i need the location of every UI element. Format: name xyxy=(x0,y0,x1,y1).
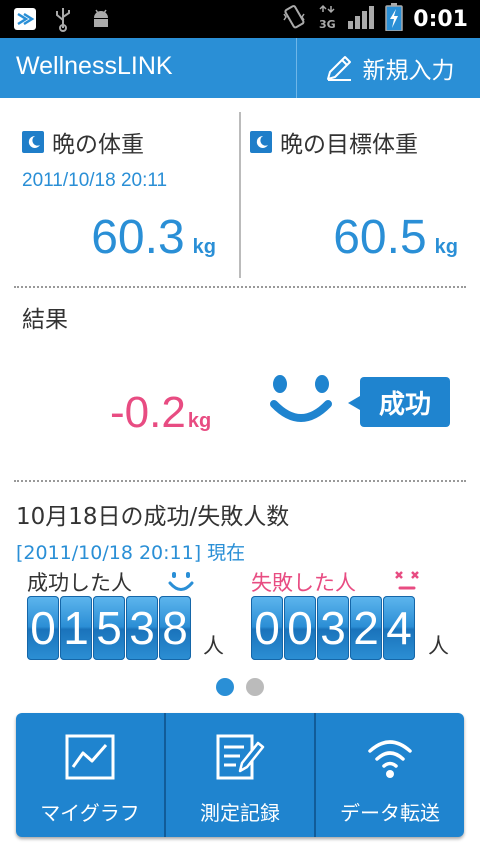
page-dot[interactable] xyxy=(246,678,264,696)
records-label: 測定記録 xyxy=(200,801,280,825)
success-count-label: 成功した人 xyxy=(27,571,132,595)
page-dot-active[interactable] xyxy=(216,678,234,696)
new-entry-label: 新規入力 xyxy=(362,58,455,84)
count-digit: 8 xyxy=(159,596,191,660)
svg-text:3G: 3G xyxy=(319,18,336,30)
counts-title: 10月18日の成功/失敗人数 xyxy=(16,504,290,530)
count-digit: 3 xyxy=(317,596,349,660)
network-3g-icon: 3G xyxy=(317,4,337,34)
weight-difference-number: -0.2 xyxy=(110,388,186,437)
current-weight-unit: kg xyxy=(192,236,216,258)
section-separator xyxy=(14,286,466,288)
battery-charging-icon xyxy=(385,3,404,35)
data-transfer-label: データ転送 xyxy=(340,801,440,825)
android-debug-icon xyxy=(88,6,114,32)
count-digit: 1 xyxy=(60,596,92,660)
result-status-badge: 成功 xyxy=(348,377,450,427)
new-entry-button[interactable]: 新規入力 xyxy=(297,38,480,98)
count-digit: 0 xyxy=(27,596,59,660)
target-weight-number: 60.5 xyxy=(333,211,427,264)
small-smile-icon xyxy=(168,572,194,591)
count-digit: 0 xyxy=(284,596,316,660)
smile-face-icon xyxy=(270,375,332,422)
moon-icon xyxy=(22,131,44,153)
failure-count-unit: 人 xyxy=(428,634,449,658)
vibrate-icon xyxy=(281,4,307,34)
current-weight-label-text: 晩の体重 xyxy=(52,132,144,158)
current-weight-value: 60.3 kg xyxy=(91,210,216,265)
usb-icon xyxy=(50,6,76,32)
notepad-icon xyxy=(216,734,265,780)
count-digit: 3 xyxy=(126,596,158,660)
wifi-icon xyxy=(368,740,412,778)
weight-difference: -0.2 kg xyxy=(110,388,211,438)
signal-strength-icon xyxy=(347,5,375,33)
graph-icon xyxy=(65,734,115,780)
current-weight-number: 60.3 xyxy=(91,211,185,264)
failure-count-label: 失敗した人 xyxy=(251,571,356,595)
target-weight-label-text: 晩の目標体重 xyxy=(280,132,418,158)
small-sad-face-icon xyxy=(395,571,419,590)
app-header: WellnessLINK 新規入力 xyxy=(0,38,480,98)
panel-divider xyxy=(239,112,241,278)
current-weight-datetime: 2011/10/18 20:11 xyxy=(22,170,168,191)
target-weight-unit: kg xyxy=(434,236,458,258)
count-digit: 5 xyxy=(93,596,125,660)
success-count-unit: 人 xyxy=(203,634,224,658)
target-weight-value: 60.5 kg xyxy=(333,210,458,265)
count-digit: 0 xyxy=(251,596,283,660)
status-bar: 3G 0:01 xyxy=(0,0,480,38)
data-transfer-button[interactable]: データ転送 xyxy=(314,713,464,837)
bottom-navigation: マイグラフ 測定記録 データ転送 xyxy=(16,713,464,837)
target-weight-label: 晩の目標体重 xyxy=(250,125,418,159)
moon-icon xyxy=(250,131,272,153)
success-count-display: 0 1 5 3 8 xyxy=(27,596,191,660)
app-title: WellnessLINK xyxy=(16,52,173,80)
my-graph-label: マイグラフ xyxy=(40,801,140,825)
my-graph-button[interactable]: マイグラフ xyxy=(16,713,164,837)
failure-count-display: 0 0 3 2 4 xyxy=(251,596,415,660)
pencil-icon xyxy=(326,56,351,81)
clock-time: 0:01 xyxy=(413,6,468,32)
counts-as-of: [2011/10/18 20:11] 現在 xyxy=(16,542,246,564)
page-indicator xyxy=(216,678,264,696)
current-weight-label: 晩の体重 xyxy=(22,125,144,159)
app-notification-icon xyxy=(12,6,38,32)
section-separator xyxy=(14,480,466,482)
weight-difference-unit: kg xyxy=(187,410,212,432)
records-button[interactable]: 測定記録 xyxy=(164,713,314,837)
count-digit: 2 xyxy=(350,596,382,660)
result-label: 結果 xyxy=(22,307,68,333)
count-digit: 4 xyxy=(383,596,415,660)
